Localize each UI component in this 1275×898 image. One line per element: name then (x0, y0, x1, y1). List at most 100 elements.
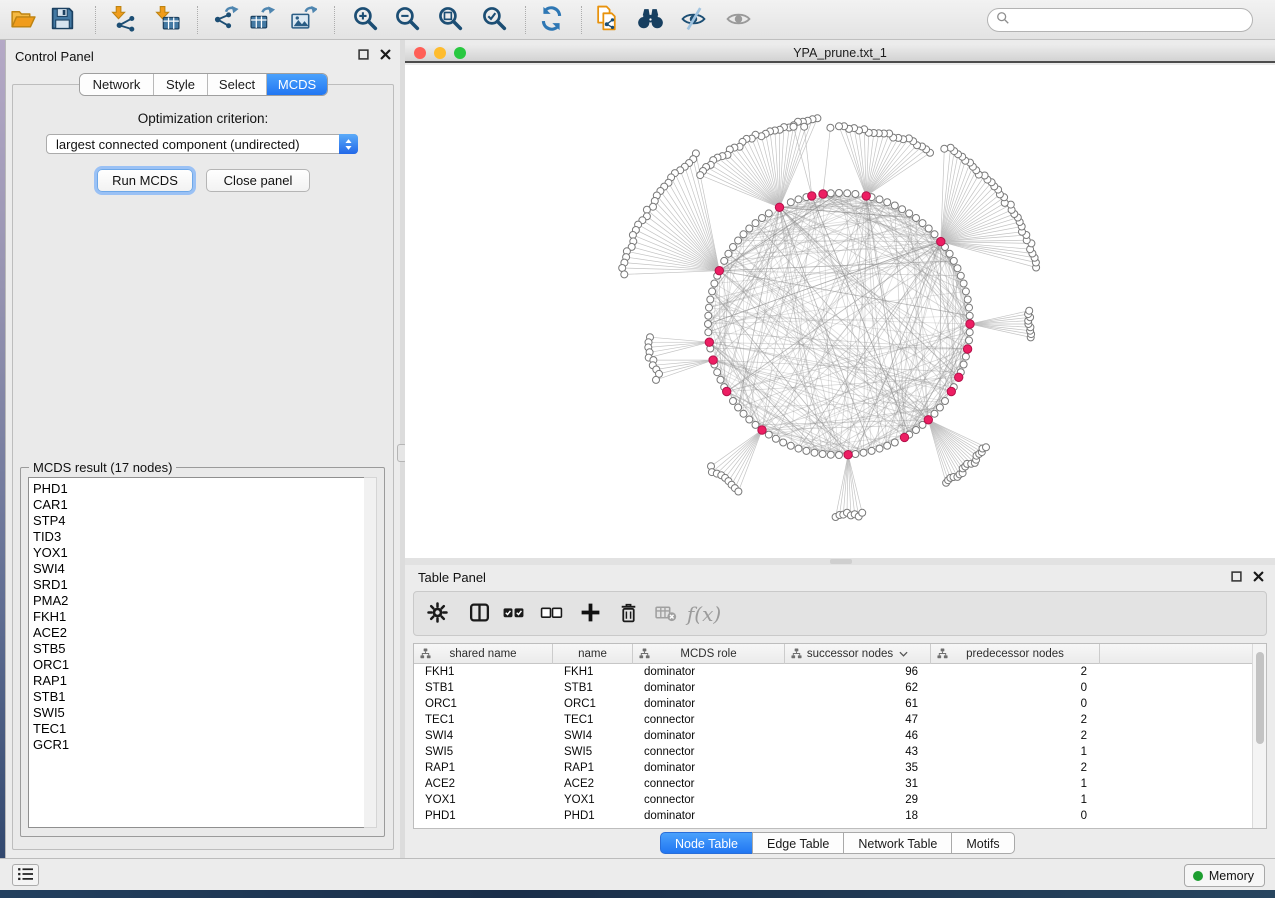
float-panel-icon[interactable] (1230, 570, 1243, 583)
import-network-button[interactable] (105, 3, 141, 37)
table-row[interactable]: RAP1RAP1dominator352 (414, 760, 1253, 776)
mcds-node-item[interactable]: GCR1 (33, 737, 364, 753)
table-cell[interactable]: FKH1 (553, 664, 633, 680)
task-history-button[interactable] (12, 864, 39, 886)
mcds-node-item[interactable]: STB1 (33, 689, 364, 705)
table-cell[interactable]: 35 (785, 760, 931, 776)
close-panel-icon[interactable] (1252, 570, 1265, 583)
table-cell[interactable]: ORC1 (414, 696, 553, 712)
deselect-all-button[interactable] (535, 599, 567, 629)
zoom-fit-button[interactable] (432, 3, 468, 37)
mcds-node-item[interactable]: TEC1 (33, 721, 364, 737)
table-cell[interactable]: dominator (633, 696, 785, 712)
tab-node-table[interactable]: Node Table (660, 832, 753, 854)
mcds-node-item[interactable]: CAR1 (33, 497, 364, 513)
mcds-node-item[interactable]: SWI4 (33, 561, 364, 577)
table-row[interactable]: SWI5SWI5connector431 (414, 744, 1253, 760)
table-cell[interactable]: dominator (633, 760, 785, 776)
table-cell[interactable]: TEC1 (553, 712, 633, 728)
table-cell[interactable]: connector (633, 744, 785, 760)
table-cell[interactable]: connector (633, 792, 785, 808)
table-cell[interactable]: 2 (931, 712, 1100, 728)
mcds-result-list[interactable]: PHD1CAR1STP4TID3YOX1SWI4SRD1PMA2FKH1ACE2… (28, 477, 365, 828)
table-cell[interactable]: dominator (633, 664, 785, 680)
export-image-button[interactable] (285, 3, 321, 37)
mcds-node-item[interactable]: YOX1 (33, 545, 364, 561)
tab-network-table[interactable]: Network Table (843, 832, 952, 854)
table-settings-button[interactable] (421, 599, 453, 629)
save-session-button[interactable] (44, 3, 80, 37)
tab-network[interactable]: Network (80, 74, 154, 95)
table-cell[interactable]: PHD1 (414, 808, 553, 824)
table-cell[interactable]: 1 (931, 744, 1100, 760)
mcds-node-item[interactable]: PHD1 (33, 481, 364, 497)
table-cell[interactable]: PHD1 (553, 808, 633, 824)
table-row[interactable]: STB1STB1dominator620 (414, 680, 1253, 696)
table-cell[interactable]: 2 (931, 664, 1100, 680)
mcds-node-item[interactable]: STP4 (33, 513, 364, 529)
table-scrollbar[interactable] (1252, 644, 1266, 828)
optimization-criterion-select[interactable]: largest connected component (undirected) (46, 134, 358, 154)
redraw-button[interactable] (533, 3, 569, 37)
tab-mcds[interactable]: MCDS (267, 74, 327, 95)
add-column-button[interactable] (574, 599, 606, 629)
column-panel-button[interactable] (463, 599, 495, 629)
hide-selected-button[interactable] (675, 3, 711, 37)
table-cell[interactable]: connector (633, 776, 785, 792)
mcds-node-item[interactable]: PMA2 (33, 593, 364, 609)
close-panel-button[interactable]: Close panel (206, 169, 310, 192)
zoom-out-button[interactable] (389, 3, 425, 37)
table-cell[interactable]: SWI5 (553, 744, 633, 760)
mcds-node-item[interactable]: FKH1 (33, 609, 364, 625)
table-cell[interactable]: 29 (785, 792, 931, 808)
mcds-node-item[interactable]: RAP1 (33, 673, 364, 689)
import-table-button[interactable] (149, 3, 185, 37)
table-cell[interactable]: 31 (785, 776, 931, 792)
column-header-name[interactable]: name (553, 644, 633, 664)
table-cell[interactable]: 0 (931, 808, 1100, 824)
table-row[interactable]: TEC1TEC1connector472 (414, 712, 1253, 728)
tab-edge-table[interactable]: Edge Table (752, 832, 844, 854)
chevron-down-icon[interactable] (899, 648, 908, 660)
mcds-node-item[interactable]: TID3 (33, 529, 364, 545)
column-header-MCDS-role[interactable]: MCDS role (633, 644, 785, 664)
export-table-button[interactable] (244, 3, 280, 37)
table-cell[interactable]: 62 (785, 680, 931, 696)
table-cell[interactable]: dominator (633, 808, 785, 824)
tab-motifs[interactable]: Motifs (951, 832, 1014, 854)
horizontal-splitter[interactable] (405, 558, 1275, 565)
delete-column-button[interactable] (612, 599, 644, 629)
table-cell[interactable]: dominator (633, 728, 785, 744)
table-cell[interactable]: ACE2 (553, 776, 633, 792)
mcds-node-item[interactable]: ORC1 (33, 657, 364, 673)
mcds-node-item[interactable]: STB5 (33, 641, 364, 657)
column-header-successor-nodes[interactable]: successor nodes (785, 644, 931, 664)
table-cell[interactable]: RAP1 (414, 760, 553, 776)
table-cell[interactable]: 0 (931, 696, 1100, 712)
network-window-titlebar[interactable]: YPA_prune.txt_1 (405, 44, 1275, 63)
open-session-button[interactable] (4, 3, 40, 37)
close-panel-icon[interactable] (379, 48, 392, 61)
table-cell[interactable]: ORC1 (553, 696, 633, 712)
table-cell[interactable]: 1 (931, 776, 1100, 792)
search-input[interactable] (1015, 11, 1244, 29)
table-cell[interactable]: YOX1 (414, 792, 553, 808)
scrollbar-thumb[interactable] (1256, 652, 1264, 744)
table-cell[interactable]: STB1 (414, 680, 553, 696)
tab-style[interactable]: Style (154, 74, 208, 95)
table-cell[interactable]: 46 (785, 728, 931, 744)
table-row[interactable]: SWI4SWI4dominator462 (414, 728, 1253, 744)
clone-network-button[interactable] (589, 3, 625, 37)
tab-select[interactable]: Select (208, 74, 267, 95)
network-canvas[interactable] (405, 65, 1275, 558)
table-cell[interactable]: 47 (785, 712, 931, 728)
table-cell[interactable]: 43 (785, 744, 931, 760)
table-row[interactable]: PHD1PHD1dominator180 (414, 808, 1253, 824)
table-cell[interactable]: STB1 (553, 680, 633, 696)
table-cell[interactable]: SWI4 (414, 728, 553, 744)
table-cell[interactable]: ACE2 (414, 776, 553, 792)
table-cell[interactable]: 61 (785, 696, 931, 712)
export-network-button[interactable] (207, 3, 243, 37)
table-cell[interactable]: FKH1 (414, 664, 553, 680)
run-mcds-button[interactable]: Run MCDS (97, 169, 193, 192)
